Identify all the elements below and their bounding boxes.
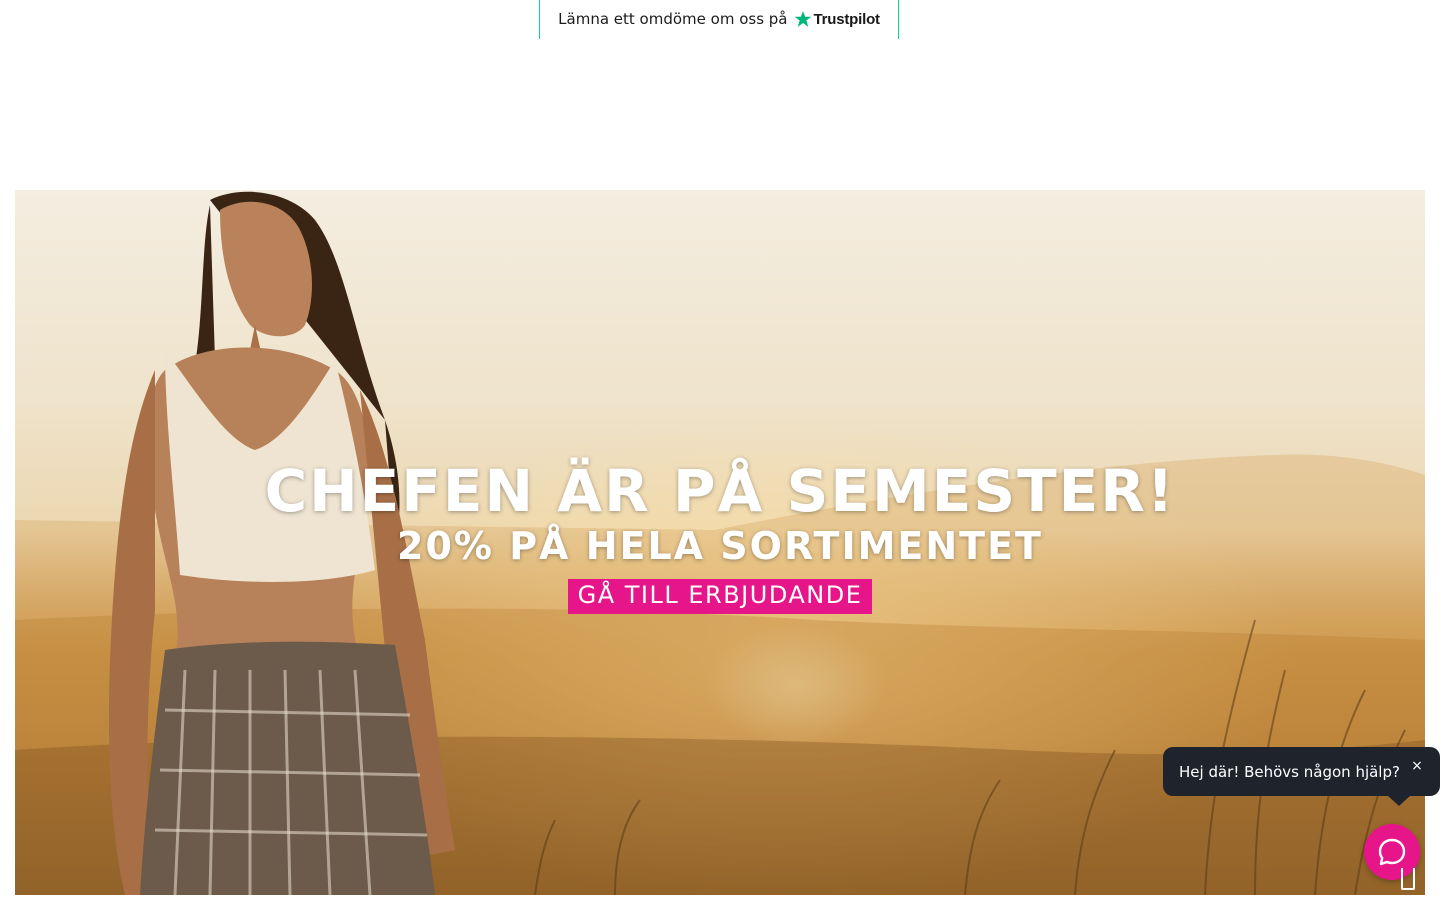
trustpilot-brand-name: Trustpilot xyxy=(813,10,881,28)
scroll-indicator xyxy=(1401,868,1415,890)
close-icon[interactable]: × xyxy=(1410,759,1424,773)
hero-subtitle: 20% PÅ HELA SORTIMENTET xyxy=(397,524,1043,568)
hero-content: CHEFEN ÄR PÅ SEMESTER! 20% PÅ HELA SORTI… xyxy=(15,458,1425,614)
chat-greeting-popup[interactable]: Hej där! Behövs någon hjälp? × xyxy=(1163,747,1440,806)
trustpilot-logo: Trustpilot xyxy=(794,10,880,28)
star-icon xyxy=(794,11,811,27)
chat-bubble-icon xyxy=(1378,838,1406,866)
trustpilot-review-tab[interactable]: Lämna ett omdöme om oss på Trustpilot xyxy=(539,0,899,39)
trustpilot-review-text: Lämna ett omdöme om oss på xyxy=(558,10,788,28)
hero-title: CHEFEN ÄR PÅ SEMESTER! xyxy=(264,457,1176,525)
page: Lämna ett omdöme om oss på Trustpilot CH… xyxy=(0,0,1440,900)
chat-greeting-text: Hej där! Behövs någon hjälp? xyxy=(1179,762,1400,781)
go-to-offer-button[interactable]: GÅ TILL ERBJUDANDE xyxy=(567,579,873,614)
